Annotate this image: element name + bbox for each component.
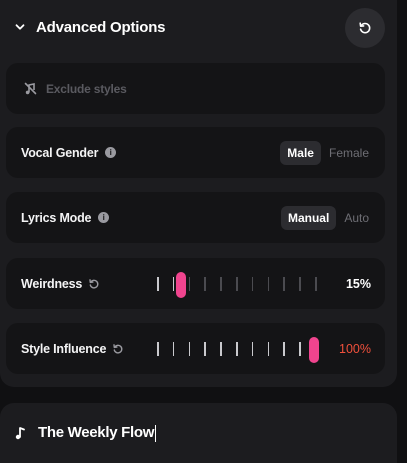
song-title-input[interactable]: The Weekly Flow <box>38 424 157 442</box>
advanced-options-panel: Advanced Options Exclude styles Vocal Ge… <box>0 0 397 387</box>
slider-tick <box>236 341 238 356</box>
exclude-styles-field[interactable]: Exclude styles <box>6 63 385 114</box>
slider-tick <box>283 276 285 291</box>
slider-tick <box>220 276 222 291</box>
slider-tick <box>204 341 206 356</box>
exclude-styles-input[interactable]: Exclude styles <box>46 82 127 96</box>
slider-tick <box>236 276 238 291</box>
info-icon[interactable]: i <box>105 147 117 158</box>
vocal-gender-label: Vocal Gender <box>21 145 99 160</box>
slider-tick <box>299 341 301 356</box>
slider-tick <box>315 276 317 291</box>
slider-tick <box>283 341 285 356</box>
reset-style-influence-icon[interactable] <box>112 343 124 355</box>
song-title-bar[interactable]: The Weekly Flow <box>0 403 397 463</box>
chevron-down-icon[interactable] <box>12 19 28 35</box>
slider-tick <box>220 341 222 356</box>
style-influence-row: Style Influence 100% <box>6 323 385 374</box>
style-influence-label: Style Influence <box>21 341 107 356</box>
slider-tick <box>267 341 270 356</box>
slider-tick <box>172 341 175 356</box>
vocal-gender-row: Vocal Gender i Male Female <box>6 127 385 178</box>
slider-tick <box>157 341 159 356</box>
lyrics-mode-auto-option[interactable]: Auto <box>342 206 371 230</box>
weirdness-label: Weirdness <box>21 276 83 291</box>
weirdness-row: Weirdness 15% <box>6 258 385 309</box>
reset-icon <box>358 21 372 35</box>
music-off-icon <box>24 82 37 95</box>
advanced-options-header[interactable]: Advanced Options <box>12 8 385 48</box>
weirdness-slider[interactable] <box>155 271 323 298</box>
style-influence-slider[interactable] <box>155 336 323 363</box>
slider-tick <box>299 276 301 291</box>
reset-all-button[interactable] <box>345 8 385 48</box>
text-caret <box>155 424 157 442</box>
slider-tick <box>251 341 254 356</box>
lyrics-mode-row: Lyrics Mode i Manual Auto <box>6 192 385 243</box>
slider-tick <box>172 276 175 291</box>
reset-weirdness-icon[interactable] <box>88 278 100 290</box>
style-influence-value: 100% <box>339 341 371 356</box>
slider-tick <box>188 341 191 356</box>
song-title-text: The Weekly Flow <box>38 424 155 442</box>
lyrics-mode-label: Lyrics Mode <box>21 210 92 225</box>
slider-tick <box>251 276 254 291</box>
slider-tick <box>157 276 159 291</box>
slider-tick <box>204 276 206 291</box>
slider-thumb[interactable] <box>309 336 319 363</box>
vocal-gender-female-option[interactable]: Female <box>327 141 371 165</box>
advanced-options-title: Advanced Options <box>36 18 166 36</box>
lyrics-mode-manual-option[interactable]: Manual <box>280 205 337 230</box>
weirdness-value: 15% <box>345 276 371 291</box>
slider-thumb[interactable] <box>176 271 187 298</box>
lyrics-mode-toggle: Manual Auto <box>280 205 371 230</box>
vocal-gender-toggle: Male Female <box>280 140 371 165</box>
slider-tick <box>188 276 191 291</box>
slider-tick <box>267 276 270 291</box>
music-note-icon <box>14 426 26 440</box>
vocal-gender-male-option[interactable]: Male <box>280 140 321 165</box>
info-icon[interactable]: i <box>98 212 110 223</box>
